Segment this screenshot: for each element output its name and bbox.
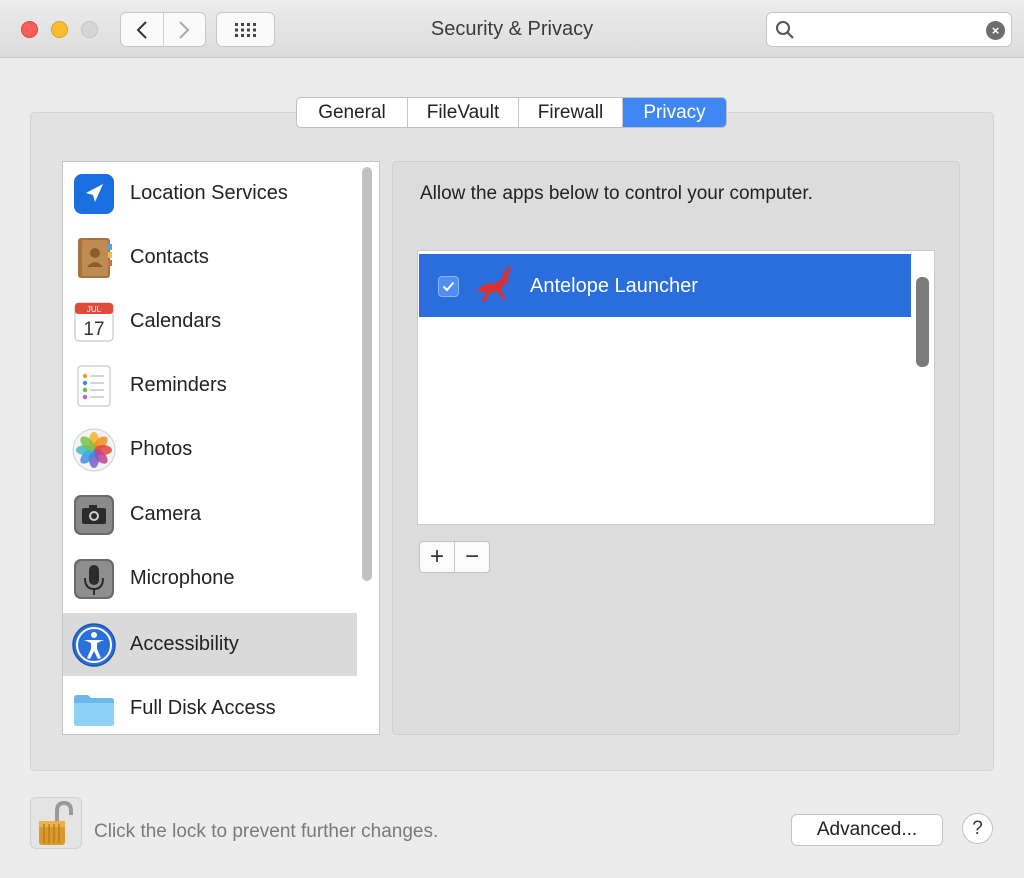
sidebar-item-label: Microphone xyxy=(130,567,235,589)
security-privacy-window: Security & Privacy × General FileVault F… xyxy=(0,0,1024,878)
list-item[interactable]: Antelope Launcher xyxy=(419,254,911,317)
app-list-scrollbar[interactable] xyxy=(916,277,929,367)
microphone-icon xyxy=(74,559,114,599)
lock-status-text: Click the lock to prevent further change… xyxy=(94,821,439,842)
sidebar-item-microphone[interactable]: Microphone xyxy=(63,547,357,610)
pane-description: Allow the apps below to control your com… xyxy=(420,183,813,204)
sidebar-item-label: Contacts xyxy=(130,246,209,268)
sidebar-item-label: Full Disk Access xyxy=(130,697,276,719)
sidebar-item-calendars[interactable]: JUL 17 Calendars xyxy=(63,290,357,353)
accessibility-icon xyxy=(72,623,116,667)
svg-text:JUL: JUL xyxy=(87,305,102,314)
clear-search-icon[interactable]: × xyxy=(986,21,1005,40)
app-name: Antelope Launcher xyxy=(530,275,698,297)
sidebar-item-label: Reminders xyxy=(130,374,227,396)
tab-general[interactable]: General xyxy=(297,98,407,127)
tab-bar: General FileVault Firewall Privacy xyxy=(296,97,727,128)
camera-icon xyxy=(74,495,114,535)
sidebar-item-label: Camera xyxy=(130,503,202,525)
reminders-icon xyxy=(77,365,111,407)
help-button[interactable]: ? xyxy=(962,813,993,844)
tab-privacy[interactable]: Privacy xyxy=(622,98,726,127)
sidebar-item-accessibility[interactable]: Accessibility xyxy=(63,613,357,676)
checkmark-icon xyxy=(442,281,455,292)
unlocked-padlock-icon xyxy=(39,800,73,845)
search-field[interactable]: × xyxy=(766,12,1012,47)
sidebar-item-label: Accessibility xyxy=(130,633,239,655)
advanced-button[interactable]: Advanced... xyxy=(791,814,943,846)
sidebar-item-label: Photos xyxy=(130,438,193,460)
privacy-category-list: Location Services Contacts JUL 17 Calend… xyxy=(62,161,380,735)
title-bar: Security & Privacy × xyxy=(0,0,1024,58)
sidebar-item-location-services[interactable]: Location Services xyxy=(63,162,357,225)
sidebar-item-full-disk-access[interactable]: Full Disk Access xyxy=(63,677,357,734)
remove-app-button[interactable]: − xyxy=(454,542,489,572)
sidebar-item-camera[interactable]: Camera xyxy=(63,483,357,546)
tab-filevault[interactable]: FileVault xyxy=(407,98,518,127)
folder-icon xyxy=(74,695,114,726)
app-list: Antelope Launcher xyxy=(417,250,935,525)
sidebar-item-reminders[interactable]: Reminders xyxy=(63,354,357,417)
sidebar-item-label: Location Services xyxy=(130,182,288,204)
sidebar-item-photos[interactable]: Photos xyxy=(63,418,357,481)
contacts-book-icon xyxy=(78,238,112,278)
lock-button[interactable] xyxy=(30,797,82,849)
calendar-icon: JUL 17 xyxy=(74,302,114,342)
sidebar-item-label: Calendars xyxy=(130,310,222,332)
photos-flower-icon xyxy=(72,428,116,472)
add-remove-group: + − xyxy=(419,541,490,573)
search-icon xyxy=(776,21,794,39)
sidebar-item-contacts[interactable]: Contacts xyxy=(63,226,357,289)
app-enabled-checkbox[interactable] xyxy=(438,276,459,297)
category-list-scrollbar[interactable] xyxy=(362,167,372,581)
location-arrow-icon xyxy=(74,174,114,214)
antelope-icon xyxy=(477,264,512,302)
tab-firewall[interactable]: Firewall xyxy=(518,98,622,127)
svg-text:17: 17 xyxy=(83,319,104,340)
search-input[interactable] xyxy=(803,18,973,42)
add-app-button[interactable]: + xyxy=(420,542,454,572)
